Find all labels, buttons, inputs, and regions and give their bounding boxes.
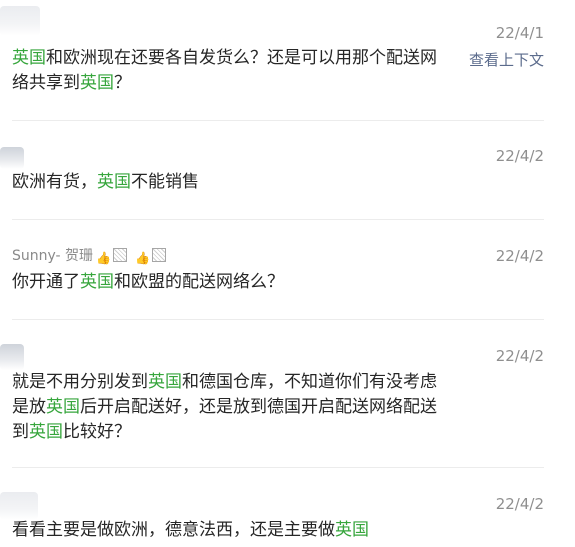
message-item[interactable]: 22/4/2 就是不用分别发到英国和德国仓库，不知道你们有没考虑是放英国后开启配… [0, 320, 575, 467]
view-context-link[interactable]: 查看上下文 [469, 51, 544, 69]
keyword-highlight: 英国 [97, 172, 131, 192]
boxed-emoji-icon [113, 248, 128, 262]
message-content: 你开通了英国和欧盟的配送网络么？ [12, 270, 452, 295]
message-text: 你开通了 [12, 272, 80, 292]
message-content: 欧洲有货，英国不能销售 [12, 170, 452, 195]
message-text: 就是不用分别发到 [12, 372, 148, 392]
avatar[interactable] [0, 147, 24, 169]
message-date: 22/4/2 [495, 147, 544, 165]
message-content: 英国和欧洲现在还要各自发货么？还是可以用那个配送网络共享到英国？ [12, 46, 452, 96]
keyword-highlight: 英国 [335, 520, 369, 540]
thumbs-up-icon: 👍 [96, 251, 111, 265]
message-item[interactable]: 22/4/1 查看上下文 英国和欧洲现在还要各自发货么？还是可以用那个配送网络共… [0, 0, 575, 120]
message-item[interactable]: 22/4/2 看看主要是做欧洲，德意法西，还是主要做英国 [0, 468, 575, 547]
avatar[interactable] [0, 6, 40, 36]
message-date: 22/4/2 [495, 247, 544, 265]
message-text: 不能销售 [131, 172, 199, 192]
message-item[interactable]: 22/4/2 欧洲有货，英国不能销售 [0, 121, 575, 219]
keyword-highlight: 英国 [80, 73, 114, 93]
message-text: 和欧洲现在还要各自发货么？还是可以用那个配送网络共享到 [12, 48, 437, 93]
message-text: 比较好？ [63, 422, 131, 442]
message-text: 和欧盟的配送网络么？ [114, 272, 284, 292]
message-date: 22/4/2 [495, 495, 544, 513]
message-item[interactable]: Sunny- 贺珊 👍 👍 22/4/2 你开通了英国和欧盟的配送网络么？ [0, 220, 575, 319]
message-text: 看看主要是做欧洲，德意法西，还是主要做 [12, 520, 335, 540]
thumbs-up-icon: 👍 [135, 251, 150, 265]
keyword-highlight: 英国 [46, 397, 80, 417]
avatar[interactable] [0, 492, 38, 520]
sender-name: Sunny- 贺珊 👍 👍 [12, 247, 167, 265]
avatar[interactable] [0, 344, 24, 370]
keyword-highlight: 英国 [12, 48, 46, 68]
message-list: 22/4/1 查看上下文 英国和欧洲现在还要各自发货么？还是可以用那个配送网络共… [0, 0, 575, 547]
message-text: ？ [114, 73, 131, 93]
keyword-highlight: 英国 [80, 272, 114, 292]
message-content: 看看主要是做欧洲，德意法西，还是主要做英国 [12, 518, 452, 543]
boxed-emoji-icon [152, 248, 167, 262]
message-text: 欧洲有货， [12, 172, 97, 192]
keyword-highlight: 英国 [29, 422, 63, 442]
keyword-highlight: 英国 [148, 372, 182, 392]
message-content: 就是不用分别发到英国和德国仓库，不知道你们有没考虑是放英国后开启配送好，还是放到… [12, 370, 448, 445]
message-date: 22/4/2 [495, 347, 544, 365]
sender-name-text: Sunny- 贺珊 [12, 248, 94, 264]
message-date: 22/4/1 [495, 24, 544, 42]
